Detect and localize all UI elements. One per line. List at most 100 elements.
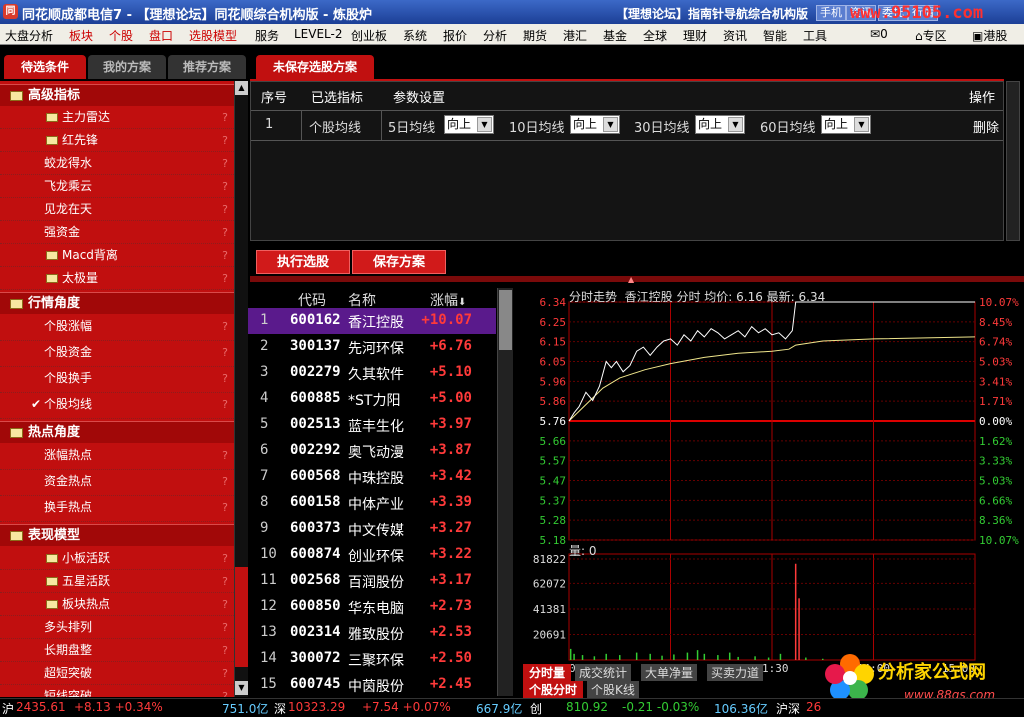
run-screen-button[interactable]: 执行选股 bbox=[256, 250, 350, 274]
ma60-direction-select[interactable]: 向上 ▼ bbox=[821, 115, 871, 134]
hk-button[interactable]: ▣港股 bbox=[972, 27, 1007, 44]
tree-item[interactable]: 强资金? bbox=[0, 221, 234, 244]
tree-item[interactable]: 主力雷达? bbox=[0, 106, 234, 129]
tree-item[interactable]: 小板活跃? bbox=[0, 547, 234, 570]
sz-index[interactable]: 10323.29 bbox=[288, 700, 345, 714]
sh-index[interactable]: 2435.61 bbox=[16, 700, 66, 714]
tree-item[interactable]: 短线突破? bbox=[0, 685, 234, 697]
stock-row[interactable]: 5 002513 蓝丰生化 +3.97 bbox=[248, 412, 496, 438]
group-pattern[interactable]: 表现模型 bbox=[0, 524, 234, 546]
phone-button[interactable]: 手机 bbox=[816, 5, 846, 21]
menu-quote[interactable]: 报价 bbox=[443, 27, 467, 44]
delete-button[interactable]: 删除 bbox=[973, 117, 999, 136]
stock-row[interactable]: 4 600885 *ST力阳 +5.00 bbox=[248, 386, 496, 412]
ma5-direction-select[interactable]: 向上 ▼ bbox=[444, 115, 494, 134]
tree-item[interactable]: Macd背离? bbox=[0, 244, 234, 267]
tree-item[interactable]: 个股资金? bbox=[0, 341, 234, 367]
hs-index[interactable]: 26 bbox=[806, 700, 821, 714]
stock-row[interactable]: 3 002279 久其软件 +5.10 bbox=[248, 360, 496, 386]
tab-conditions[interactable]: 待选条件 bbox=[4, 55, 86, 79]
tree-item[interactable]: 见龙在天? bbox=[0, 198, 234, 221]
stock-row[interactable]: 11 002568 百润股份 +3.17 bbox=[248, 568, 496, 594]
list-scrollbar[interactable] bbox=[497, 288, 513, 696]
stock-row[interactable]: 7 600568 中珠控股 +3.42 bbox=[248, 464, 496, 490]
menu-global[interactable]: 全球 bbox=[643, 27, 667, 44]
menu-board[interactable]: 盘口 bbox=[149, 27, 173, 44]
menu-finance[interactable]: 理财 bbox=[683, 27, 707, 44]
tree-item[interactable]: 个股换手? bbox=[0, 367, 234, 393]
tree-item[interactable]: 换手热点? bbox=[0, 496, 234, 522]
cy-index[interactable]: 810.92 bbox=[566, 700, 608, 714]
tree-item[interactable]: 五星活跃? bbox=[0, 570, 234, 593]
menu-fx[interactable]: 港汇 bbox=[563, 27, 587, 44]
tree-item[interactable]: 个股涨幅? bbox=[0, 315, 234, 341]
tree-item[interactable]: 飞龙乘云? bbox=[0, 175, 234, 198]
collapse-icon[interactable]: ▲ bbox=[628, 275, 634, 284]
stock-row[interactable]: 14 300072 三聚环保 +2.50 bbox=[248, 646, 496, 672]
stock-row[interactable]: 15 600745 中茵股份 +2.45 bbox=[248, 672, 496, 698]
menu-stock[interactable]: 个股 bbox=[109, 27, 133, 44]
scroll-thumb[interactable] bbox=[499, 290, 512, 350]
stock-row[interactable]: 10 600874 创业环保 +3.22 bbox=[248, 542, 496, 568]
tab-buy-sell[interactable]: 买卖力道 bbox=[707, 664, 764, 681]
save-plan-button[interactable]: 保存方案 bbox=[352, 250, 446, 274]
tree-item[interactable]: 红先锋? bbox=[0, 129, 234, 152]
stock-row[interactable]: 9 600373 中文传媒 +3.27 bbox=[248, 516, 496, 542]
tab-my-plans[interactable]: 我的方案 bbox=[88, 55, 166, 79]
stock-row[interactable]: 13 002314 雅致股份 +2.53 bbox=[248, 620, 496, 646]
tree-item[interactable]: 长期盘整? bbox=[0, 639, 234, 662]
tree-scrollbar[interactable]: ▲ ▼ bbox=[234, 81, 248, 697]
ma10-direction-select[interactable]: 向上 ▼ bbox=[570, 115, 620, 134]
zone-button[interactable]: ⌂专区 bbox=[915, 27, 947, 44]
mail-icon[interactable]: ✉0 bbox=[870, 27, 888, 41]
col-code[interactable]: 代码 bbox=[298, 290, 326, 310]
tree-item[interactable]: 资金热点? bbox=[0, 470, 234, 496]
stock-row[interactable]: 12 600850 华东电脑 +2.73 bbox=[248, 594, 496, 620]
tree-item[interactable]: 多头排列? bbox=[0, 616, 234, 639]
scroll-thumb[interactable] bbox=[235, 567, 248, 667]
scroll-down-icon[interactable]: ▼ bbox=[235, 681, 248, 695]
menu-gem[interactable]: 创业板 bbox=[351, 27, 387, 44]
stock-code: 600373 bbox=[290, 520, 341, 536]
tree-item[interactable]: 太极量? bbox=[0, 267, 234, 290]
stock-row[interactable]: 6 002292 奥飞动漫 +3.87 bbox=[248, 438, 496, 464]
tab-recommended[interactable]: 推荐方案 bbox=[168, 55, 246, 79]
tree-item[interactable]: 超短突破? bbox=[0, 662, 234, 685]
menu-level2[interactable]: LEVEL-2 bbox=[294, 27, 343, 41]
tab-unsaved-plan[interactable]: 未保存选股方案 bbox=[256, 55, 374, 79]
group-market[interactable]: 行情角度 bbox=[0, 292, 234, 314]
tree-item[interactable]: 板块热点? bbox=[0, 593, 234, 616]
group-advanced[interactable]: 高级指标 bbox=[0, 84, 234, 106]
scroll-up-icon[interactable]: ▲ bbox=[235, 81, 248, 95]
ma30-direction-select[interactable]: 向上 ▼ bbox=[695, 115, 745, 134]
menu-system[interactable]: 系统 bbox=[403, 27, 427, 44]
tab-kline[interactable]: 个股K线 bbox=[587, 681, 639, 698]
promo-text[interactable]: 【理想论坛】指南针导航综合机构版 bbox=[616, 5, 808, 22]
tree-item[interactable]: 蛟龙得水? bbox=[0, 152, 234, 175]
menu-service[interactable]: 服务 bbox=[255, 27, 279, 44]
stock-change: +3.22 bbox=[429, 546, 472, 562]
menu-info[interactable]: 资讯 bbox=[723, 27, 747, 44]
menu-tools[interactable]: 工具 bbox=[803, 27, 827, 44]
grid-scrollbar[interactable] bbox=[1006, 81, 1020, 241]
stock-row[interactable]: 2 300137 先河环保 +6.76 bbox=[248, 334, 496, 360]
tree-item-checked[interactable]: ✔ 个股均线? bbox=[0, 393, 234, 419]
menu-smart[interactable]: 智能 bbox=[763, 27, 787, 44]
tab-big-order[interactable]: 大单净量 bbox=[641, 664, 698, 681]
col-change[interactable]: 涨幅⬇ bbox=[430, 290, 466, 310]
menu-analysis[interactable]: 分析 bbox=[483, 27, 507, 44]
tab-trade-stats[interactable]: 成交统计 bbox=[575, 664, 632, 681]
stock-row[interactable]: 1 600162 香江控股 +10.07 bbox=[248, 308, 496, 334]
tab-intraday[interactable]: 个股分时 bbox=[523, 681, 584, 698]
menu-market[interactable]: 大盘分析 bbox=[5, 27, 53, 44]
tab-volume[interactable]: 分时量 bbox=[523, 664, 572, 681]
group-hotspot[interactable]: 热点角度 bbox=[0, 421, 234, 443]
splitter[interactable] bbox=[250, 276, 1024, 282]
menu-fund[interactable]: 基金 bbox=[603, 27, 627, 44]
menu-sector[interactable]: 板块 bbox=[69, 27, 93, 44]
menu-futures[interactable]: 期货 bbox=[523, 27, 547, 44]
menu-model[interactable]: 选股模型 bbox=[189, 27, 237, 44]
col-name[interactable]: 名称 bbox=[348, 290, 376, 310]
tree-item[interactable]: 涨幅热点? bbox=[0, 444, 234, 470]
stock-row[interactable]: 8 600158 中体产业 +3.39 bbox=[248, 490, 496, 516]
